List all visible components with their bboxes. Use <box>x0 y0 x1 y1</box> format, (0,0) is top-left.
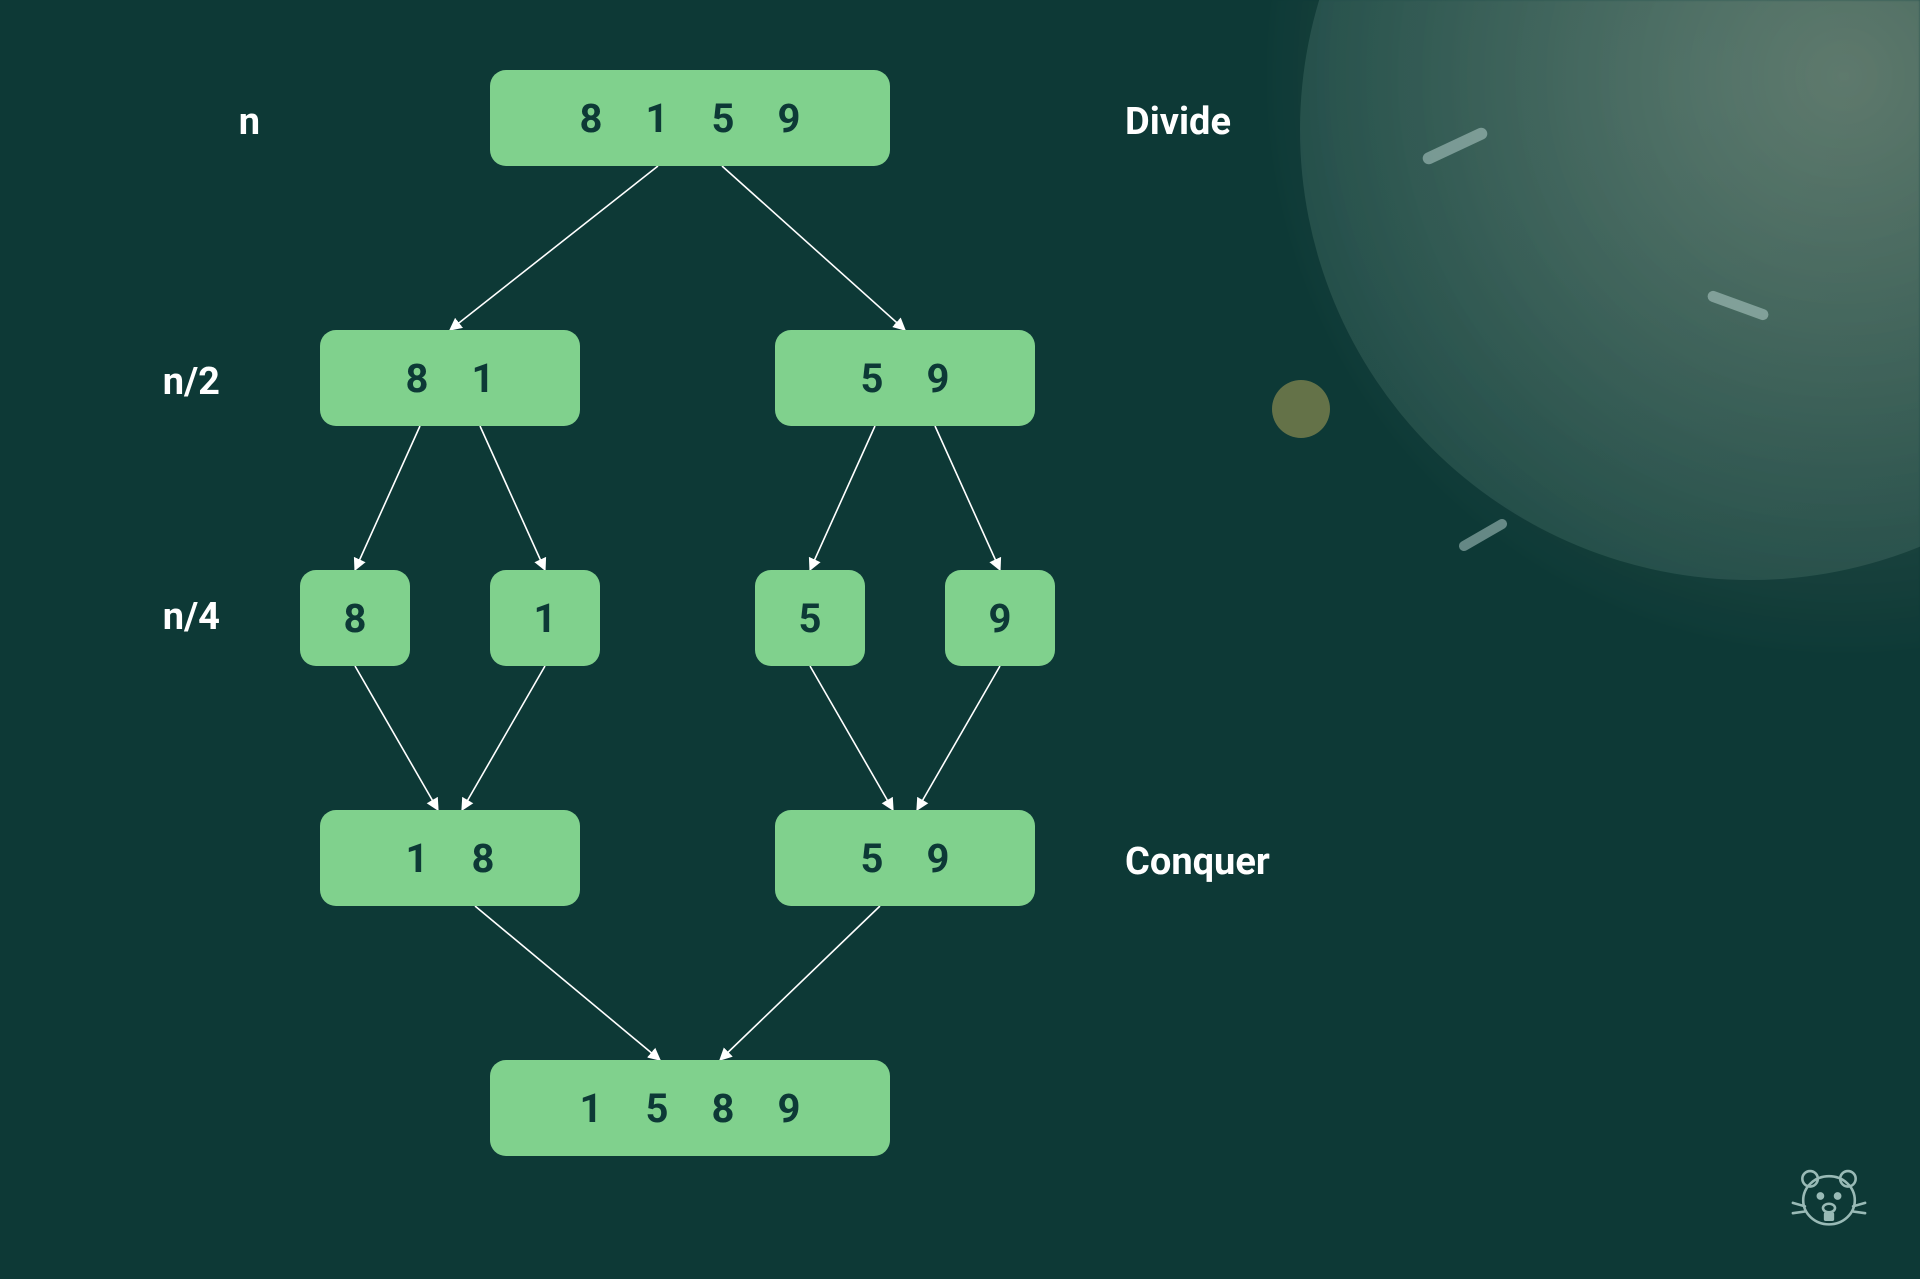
arrow <box>935 426 1000 570</box>
arrow <box>720 906 880 1060</box>
node-value: 5 <box>795 595 825 642</box>
node-value: 1 <box>402 835 432 882</box>
node-value: 5 <box>642 1085 672 1132</box>
node-value: 9 <box>774 1085 804 1132</box>
node-value: 9 <box>774 95 804 142</box>
arrow <box>917 666 1000 810</box>
node-final: 1 5 8 9 <box>490 1060 890 1156</box>
node-value: 1 <box>642 95 672 142</box>
beaver-mascot-icon <box>1786 1153 1872 1239</box>
node-value: 8 <box>340 595 370 642</box>
node-l2-d: 9 <box>945 570 1055 666</box>
node-l2-b: 1 <box>490 570 600 666</box>
arrow <box>722 166 905 330</box>
node-l1-left: 8 1 <box>320 330 580 426</box>
node-value: 8 <box>708 1085 738 1132</box>
node-m1-right: 5 9 <box>775 810 1035 906</box>
phase-label-conquer: Conquer <box>1125 840 1270 884</box>
level-label-n: n <box>140 100 260 144</box>
diagram-stage: n n/2 n/4 Divide Conquer 8 1 5 9 8 1 5 9… <box>0 0 1920 1279</box>
decor-grain <box>1160 0 1920 760</box>
node-m1-left: 1 8 <box>320 810 580 906</box>
node-value: 5 <box>857 355 887 402</box>
node-value: 1 <box>468 355 498 402</box>
node-value: 1 <box>530 595 560 642</box>
level-label-n2: n/2 <box>100 360 220 404</box>
node-value: 9 <box>923 835 953 882</box>
node-value: 1 <box>576 1085 606 1132</box>
arrow <box>475 906 660 1060</box>
node-l1-right: 5 9 <box>775 330 1035 426</box>
node-value: 5 <box>708 95 738 142</box>
arrow <box>810 426 875 570</box>
decor-blob-small <box>1272 380 1330 438</box>
arrow <box>480 426 545 570</box>
node-root: 8 1 5 9 <box>490 70 890 166</box>
arrow <box>450 166 658 330</box>
node-l2-a: 8 <box>300 570 410 666</box>
node-value: 9 <box>923 355 953 402</box>
arrow <box>810 666 893 810</box>
phase-label-divide: Divide <box>1125 100 1231 144</box>
node-value: 5 <box>857 835 887 882</box>
arrow <box>355 426 420 570</box>
arrow <box>355 666 438 810</box>
arrow <box>462 666 545 810</box>
level-label-n4: n/4 <box>100 595 220 639</box>
node-value: 8 <box>468 835 498 882</box>
node-l2-c: 5 <box>755 570 865 666</box>
node-value: 8 <box>576 95 606 142</box>
node-value: 8 <box>402 355 432 402</box>
node-value: 9 <box>985 595 1015 642</box>
